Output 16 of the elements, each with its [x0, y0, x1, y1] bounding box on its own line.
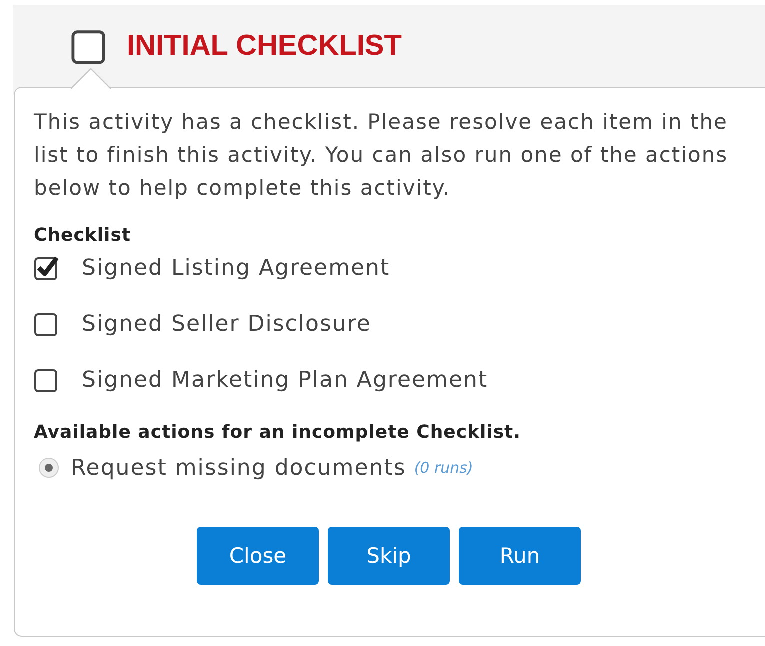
checked-checkbox[interactable] — [34, 255, 60, 281]
radio-button[interactable] — [39, 458, 59, 478]
section-heading: Available actions for an incomplete Checklist. — [34, 422, 522, 443]
checklist-item-label: Signed Seller Disclosure — [82, 312, 372, 336]
checkbox[interactable] — [34, 311, 60, 337]
activity-title: INITIAL CHECKLIST — [127, 30, 402, 62]
run-count: (0 runs) — [414, 459, 474, 477]
action-button[interactable]: Close — [197, 527, 319, 585]
action-label: Request missing documents — [71, 456, 406, 480]
action-button[interactable]: Skip — [328, 527, 450, 585]
section-heading: Checklist — [34, 225, 132, 246]
checkbox[interactable] — [34, 367, 60, 393]
checklist-item-label: Signed Marketing Plan Agreement — [82, 368, 488, 392]
info-message: This activity has a checklist. Please resolve each item in the list to finish this activity. You can also run one of the actions below to help complete this activity. — [34, 109, 730, 202]
checklist-item-label: Signed Listing Agreement — [82, 256, 390, 280]
action-button[interactable]: Run — [459, 527, 581, 585]
